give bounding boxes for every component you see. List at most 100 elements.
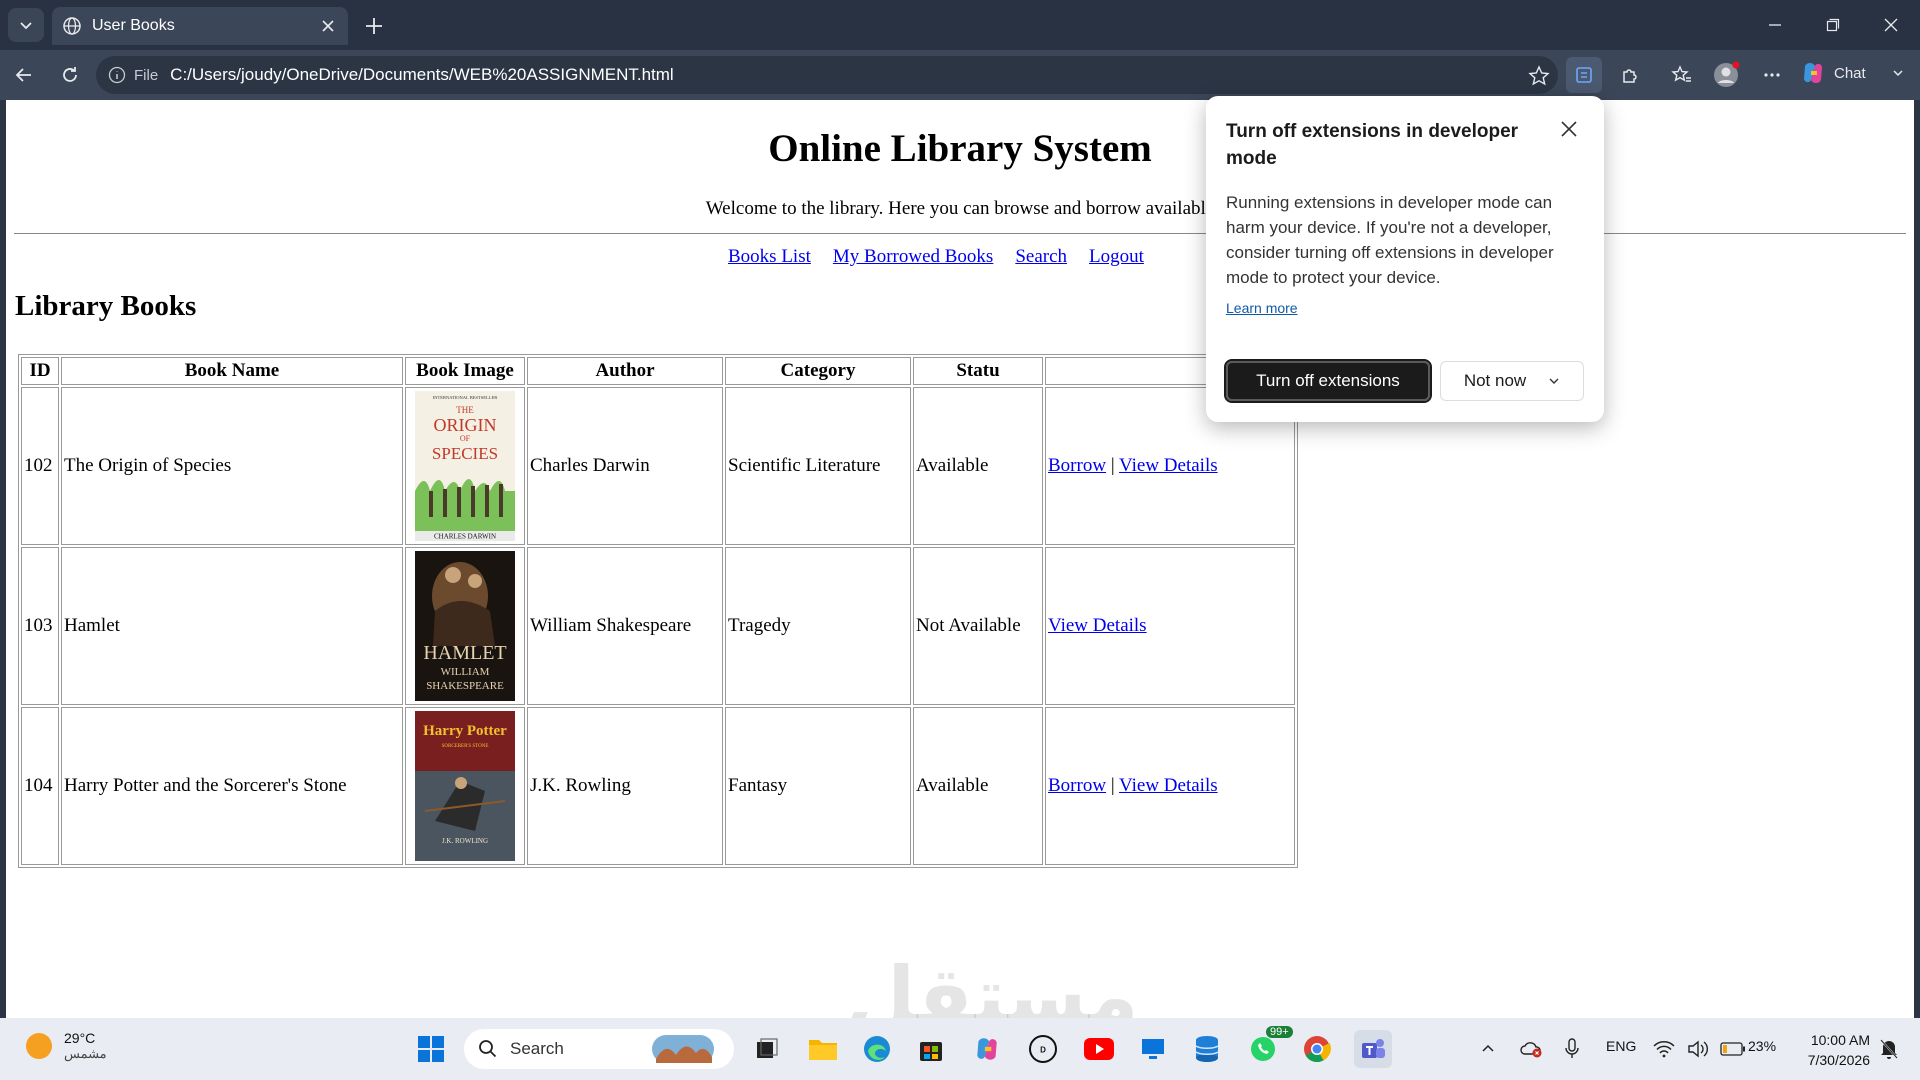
notifications-button[interactable] (1874, 1030, 1904, 1068)
more-menu-button[interactable] (1758, 61, 1786, 89)
battery-button[interactable] (1716, 1030, 1750, 1068)
edge-button[interactable] (858, 1030, 896, 1068)
nav-link-search[interactable]: Search (1015, 246, 1067, 267)
extension-dev-button[interactable] (1566, 57, 1602, 93)
view-details-link[interactable]: View Details (1119, 775, 1218, 796)
url-scheme-label: File (134, 66, 159, 84)
whatsapp-button[interactable]: 99+ (1244, 1026, 1293, 1068)
volume-button[interactable] (1684, 1030, 1712, 1068)
tab-title: User Books (92, 17, 175, 34)
minimize-icon (1769, 24, 1781, 26)
address-bar[interactable]: File C:/Users/joudy/OneDrive/Documents/W… (96, 56, 1558, 94)
store-button[interactable] (912, 1030, 950, 1068)
welcome-text: Welcome to the library. Here you can bro… (705, 198, 1215, 219)
web-page: Online Library System Welcome to the lib… (6, 100, 1914, 1018)
input-language[interactable]: ENG (1606, 1038, 1636, 1054)
chrome-button[interactable] (1298, 1030, 1336, 1068)
windows-taskbar: 29°C مشمس Search D 99+ ENG 23% 10:00 AM … (0, 1018, 1920, 1080)
tab-close-button[interactable] (318, 16, 338, 36)
app-button[interactable] (1188, 1030, 1226, 1068)
bell-muted-icon (1880, 1039, 1898, 1059)
info-icon[interactable] (108, 66, 126, 84)
reload-icon (63, 67, 77, 82)
cell-status: Available (913, 707, 1043, 865)
restore-button[interactable] (1804, 0, 1862, 50)
cover-title-line-1: THE (456, 405, 474, 415)
view-details-link[interactable]: View Details (1119, 455, 1218, 476)
back-button[interactable] (10, 61, 38, 89)
nav-link-logout[interactable]: Logout (1089, 246, 1144, 267)
learn-more-link[interactable]: Learn more (1226, 300, 1298, 316)
microphone-button[interactable] (1558, 1030, 1586, 1068)
copilot-chat-button[interactable]: Chat (1800, 60, 1904, 86)
borrow-link[interactable]: Borrow (1048, 455, 1106, 476)
show-hidden-icons-button[interactable] (1476, 1030, 1500, 1068)
extensions-button[interactable] (1616, 61, 1644, 89)
favorites-button[interactable] (1668, 61, 1696, 89)
cover-author-line-2: SHAKESPEARE (426, 680, 504, 692)
not-now-button[interactable]: Not now (1440, 361, 1584, 401)
weather-widget[interactable]: 29°C مشمس (26, 1030, 107, 1062)
cover-title-line-3: OF (460, 434, 471, 443)
youtube-button[interactable] (1080, 1030, 1118, 1068)
turn-off-extensions-button[interactable]: Turn off extensions (1224, 359, 1432, 403)
borrow-link[interactable]: Borrow (1048, 775, 1106, 796)
url-text[interactable]: C:/Users/joudy/OneDrive/Documents/WEB%20… (170, 65, 674, 85)
book-cover-harry-potter: Harry Potter SORCERER'S STONE J.K. ROWLI… (415, 711, 515, 861)
taskbar-clock[interactable]: 10:00 AM 7/30/2026 (1790, 1030, 1870, 1070)
onedrive-button[interactable] (1518, 1030, 1546, 1068)
dell-button[interactable]: D (1024, 1030, 1062, 1068)
file-explorer-button[interactable] (804, 1030, 842, 1068)
dev-mode-extensions-popup: Turn off extensions in developer mode Ru… (1206, 96, 1604, 422)
cover-author-line-1: WILLIAM (441, 666, 490, 678)
header-id: ID (21, 357, 59, 385)
taskbar-search-box[interactable]: Search (464, 1029, 734, 1069)
task-view-button[interactable] (748, 1030, 786, 1068)
link-separator: | (1110, 775, 1115, 796)
arrow-left-icon (15, 68, 31, 82)
copilot-icon (1804, 63, 1822, 83)
popup-close-button[interactable] (1558, 118, 1580, 140)
remote-desktop-button[interactable] (1134, 1030, 1172, 1068)
cell-category: Tragedy (725, 547, 911, 705)
tab-user-books[interactable]: User Books (52, 7, 348, 45)
search-icon (479, 1040, 497, 1058)
new-tab-button[interactable] (360, 12, 388, 40)
browser-tab-bar: User Books (0, 0, 1920, 50)
search-placeholder: Search (510, 1039, 564, 1058)
profile-button[interactable] (1712, 61, 1740, 89)
cover-title-line-4: SPECIES (432, 444, 498, 463)
favorite-star-icon[interactable] (1528, 65, 1550, 87)
nav-link-my-borrowed-books[interactable]: My Borrowed Books (833, 246, 993, 267)
cell-book-name: Harry Potter and the Sorcerer's Stone (61, 707, 403, 865)
favorites-icon (1671, 65, 1691, 82)
header-category: Category (725, 357, 911, 385)
section-title: Library Books (15, 290, 197, 322)
cloud-error-icon (1520, 1042, 1542, 1058)
tab-list-button[interactable] (8, 8, 44, 42)
wifi-button[interactable] (1650, 1030, 1678, 1068)
clock-time: 10:00 AM (1810, 1032, 1870, 1048)
cell-category: Scientific Literature (725, 387, 911, 545)
microphone-icon (1565, 1038, 1579, 1058)
teams-button[interactable] (1354, 1030, 1392, 1068)
cover-title: HAMLET (423, 642, 506, 664)
reload-button[interactable] (56, 61, 84, 89)
minimize-button[interactable] (1746, 0, 1804, 50)
cover-author: CHARLES DARWIN (434, 533, 496, 541)
table-row: 102 The Origin of Species INTERNATIONAL … (21, 387, 1295, 545)
view-details-link[interactable]: View Details (1048, 615, 1147, 636)
wifi-icon (1653, 1041, 1675, 1058)
header-book-image: Book Image (405, 357, 525, 385)
watermark-logo: مستقل (846, 950, 1139, 1018)
start-button[interactable] (412, 1030, 450, 1068)
nav-link-books-list[interactable]: Books List (728, 246, 811, 267)
divider (14, 233, 1906, 234)
avatar-icon (1714, 61, 1740, 87)
copilot-taskbar-button[interactable] (968, 1030, 1006, 1068)
header-status: Statu (913, 357, 1043, 385)
close-icon (322, 20, 334, 32)
close-window-button[interactable] (1862, 0, 1920, 50)
globe-icon (63, 17, 81, 35)
cell-book-image: INTERNATIONAL BESTSELLER THE ORIGIN OF S… (405, 387, 525, 545)
